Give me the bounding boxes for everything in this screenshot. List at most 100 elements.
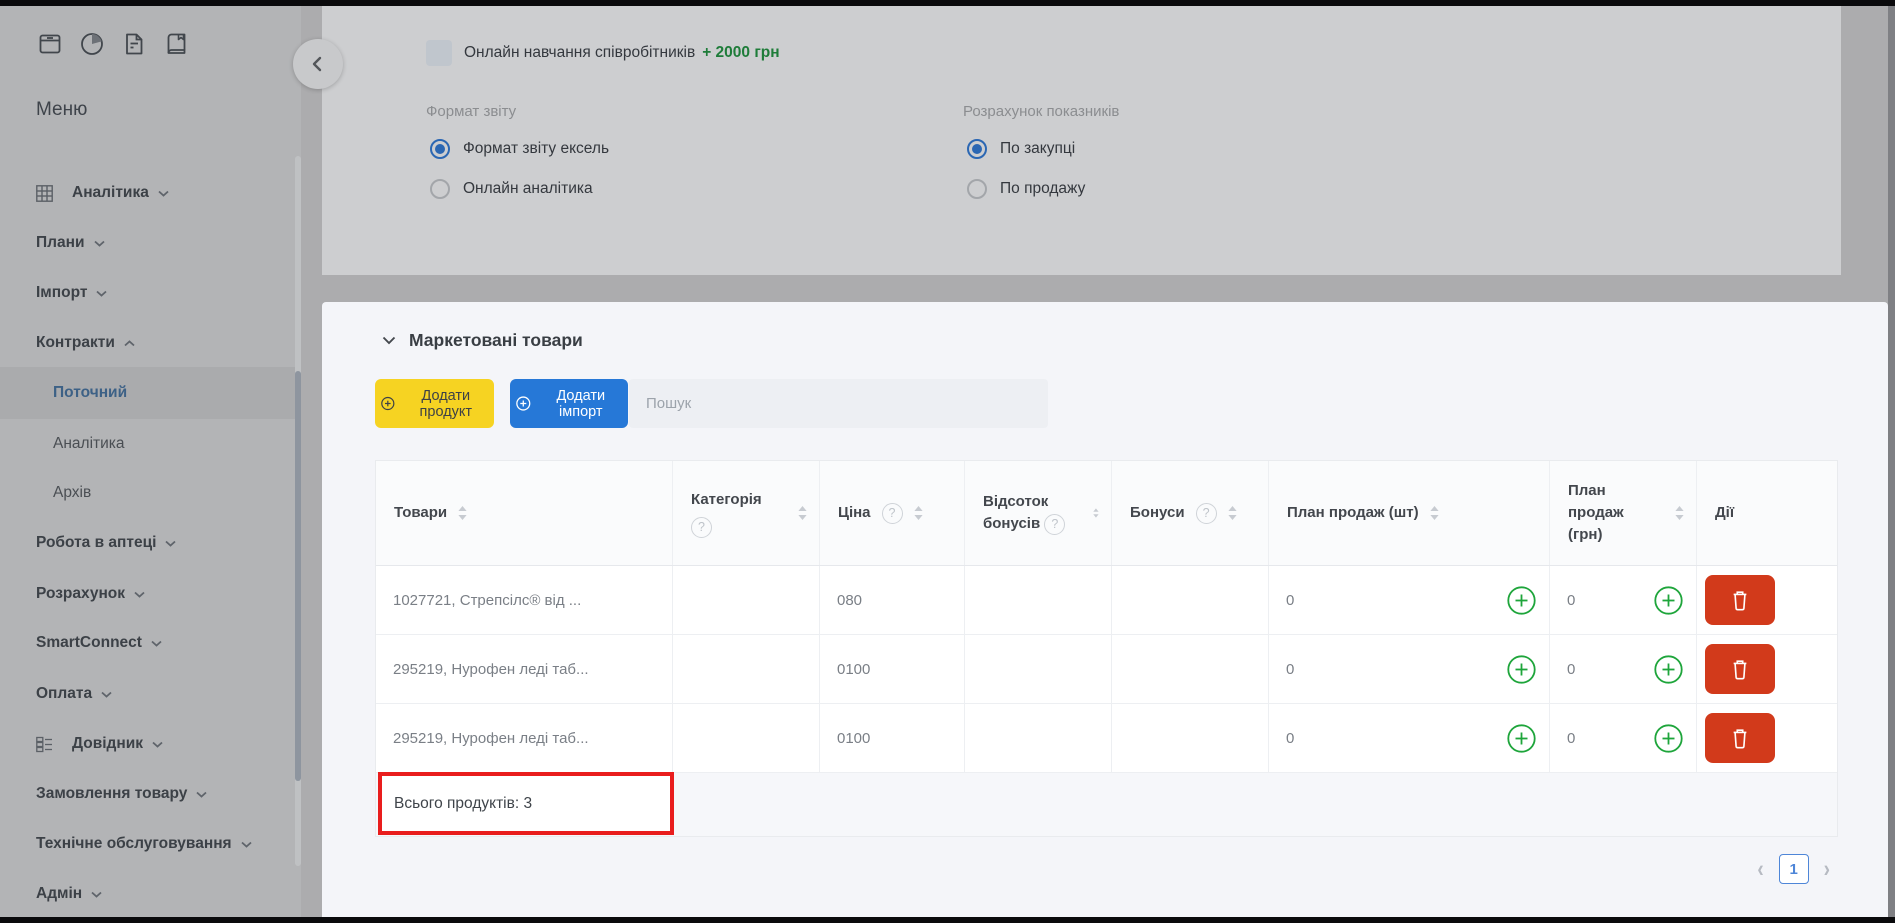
help-icon[interactable]: ? <box>1196 503 1217 524</box>
sort-icon[interactable] <box>458 506 467 520</box>
radio-online-analytics[interactable]: Онлайн аналітика <box>430 176 593 202</box>
sidebar-item-calculation[interactable]: Розрахунок <box>0 568 295 620</box>
cell-actions <box>1697 704 1837 772</box>
chevron-down-icon <box>241 841 252 848</box>
chevron-down-icon <box>96 290 107 297</box>
sort-icon[interactable] <box>798 506 807 520</box>
sidebar-item-payment[interactable]: Оплата <box>0 668 295 720</box>
document-icon[interactable] <box>120 30 148 58</box>
th-price[interactable]: Ціна ? <box>820 461 965 565</box>
sidebar-collapse-button[interactable] <box>293 39 343 89</box>
cell-bonus-percent <box>965 635 1112 703</box>
cell-plan-uah: 0 <box>1550 566 1697 634</box>
section-title: Маркетовані товари <box>409 330 583 351</box>
add-import-button[interactable]: Додати імпорт <box>510 379 628 428</box>
cell-plan-uah: 0 <box>1550 704 1697 772</box>
sidebar-item-import[interactable]: Імпорт <box>0 267 295 319</box>
th-products[interactable]: Товари <box>376 461 673 565</box>
app-screen: Меню Аналітика Плани Імпорт Контракти <box>0 0 1895 923</box>
help-icon[interactable]: ? <box>882 503 903 524</box>
table-row: 295219, Нурофен леді таб... 0100 0 0 <box>376 635 1837 704</box>
total-products-label: Всього продуктів: 3 <box>394 795 532 813</box>
help-icon[interactable]: ? <box>1044 514 1065 535</box>
cell-bonuses <box>1112 566 1269 634</box>
sidebar-subitem-current[interactable]: Поточний <box>0 367 295 419</box>
pagination: ‹ 1 › <box>1757 853 1830 885</box>
add-plan-uah-button[interactable] <box>1654 586 1683 615</box>
section-collapse-toggle[interactable]: Маркетовані товари <box>382 330 583 351</box>
trash-icon <box>1730 589 1750 612</box>
products-table: Товари Категорія ? Ціна ? <box>375 460 1838 837</box>
add-plan-qty-button[interactable] <box>1507 586 1536 615</box>
chevron-down-icon <box>91 891 102 898</box>
radio-selected-icon[interactable] <box>967 139 987 159</box>
sort-icon[interactable] <box>1228 506 1237 520</box>
sidebar-item-smartconnect[interactable]: SmartConnect <box>0 617 295 669</box>
report-format-group-label: Формат звіту <box>426 103 516 120</box>
sidebar-item-goods-order[interactable]: Замовлення товару <box>0 768 295 820</box>
radio-selected-icon[interactable] <box>430 139 450 159</box>
th-plan-uah[interactable]: План продаж (грн) <box>1550 461 1697 565</box>
radio-unselected-icon[interactable] <box>430 179 450 199</box>
pagination-next-icon[interactable]: › <box>1824 857 1830 881</box>
cell-bonuses <box>1112 635 1269 703</box>
th-plan-qty[interactable]: План продаж (шт) <box>1269 461 1550 565</box>
sidebar-item-directory[interactable]: Довідник <box>0 718 295 770</box>
radio-report-format-excel[interactable]: Формат звіту ексель <box>430 136 609 162</box>
cell-category <box>673 566 820 634</box>
add-plan-qty-button[interactable] <box>1507 655 1536 684</box>
sidebar-scrollbar-thumb[interactable] <box>295 371 301 781</box>
sidebar-item-analytics[interactable]: Аналітика <box>0 167 295 219</box>
pagination-prev-icon[interactable]: ‹ <box>1757 857 1763 881</box>
radio-unselected-icon[interactable] <box>967 179 987 199</box>
online-training-row: Онлайн навчання співробітників + 2000 гр… <box>426 40 780 66</box>
table-row: 295219, Нурофен леді таб... 0100 0 0 <box>376 704 1837 773</box>
delete-row-button[interactable] <box>1705 644 1775 694</box>
pagination-page-1[interactable]: 1 <box>1779 854 1809 884</box>
sidebar-subitem-analytics[interactable]: Аналітика <box>0 418 295 470</box>
sort-icon[interactable] <box>1675 506 1684 520</box>
online-training-bonus: + 2000 грн <box>702 44 779 62</box>
sort-icon[interactable] <box>914 506 923 520</box>
trash-icon <box>1730 727 1750 750</box>
table-actions: Додати продукт Додати імпорт <box>375 379 1048 428</box>
add-plan-uah-button[interactable] <box>1654 655 1683 684</box>
add-plan-qty-button[interactable] <box>1507 724 1536 753</box>
pie-chart-icon[interactable] <box>78 30 106 58</box>
sidebar-item-maintenance[interactable]: Технічне обслуговування <box>0 818 295 870</box>
chevron-left-icon <box>304 50 332 78</box>
online-training-checkbox[interactable] <box>426 40 452 66</box>
add-plan-uah-button[interactable] <box>1654 724 1683 753</box>
add-product-button[interactable]: Додати продукт <box>375 379 494 428</box>
cell-bonus-percent <box>965 566 1112 634</box>
delete-row-button[interactable] <box>1705 575 1775 625</box>
browser-scrollbar[interactable] <box>1888 6 1895 917</box>
th-bonuses[interactable]: Бонуси ? <box>1112 461 1269 565</box>
radio-by-purchase[interactable]: По закупці <box>967 136 1075 162</box>
book-icon[interactable] <box>162 30 190 58</box>
table-header-row: Товари Категорія ? Ціна ? <box>376 461 1837 566</box>
sidebar-item-admin[interactable]: Адмін <box>0 868 295 920</box>
sort-icon[interactable] <box>1430 506 1439 520</box>
sidebar-subitem-archive[interactable]: Архів <box>0 467 295 519</box>
chevron-down-icon <box>94 240 105 247</box>
sidebar-item-contracts[interactable]: Контракти <box>0 317 295 369</box>
sidebar-item-plans[interactable]: Плани <box>0 217 295 269</box>
plus-circle-icon <box>381 395 395 412</box>
th-bonus-percent[interactable]: Відсоток бонусів ? <box>965 461 1112 565</box>
delete-row-button[interactable] <box>1705 713 1775 763</box>
chevron-down-icon <box>158 190 169 197</box>
grid-icon <box>36 185 53 202</box>
sort-icon[interactable] <box>1093 506 1099 520</box>
contract-settings-card: Онлайн навчання співробітників + 2000 гр… <box>322 6 1841 275</box>
help-icon[interactable]: ? <box>691 517 712 538</box>
sidebar-item-pharmacy-work[interactable]: Робота в аптеці <box>0 517 295 569</box>
th-category[interactable]: Категорія ? <box>673 461 820 565</box>
archive-box-icon[interactable] <box>36 30 64 58</box>
table-footer: Всього продуктів: 3 <box>376 773 1837 836</box>
cell-plan-uah: 0 <box>1550 635 1697 703</box>
menu-title: Меню <box>36 99 87 121</box>
radio-by-sales[interactable]: По продажу <box>967 176 1085 202</box>
search-input[interactable] <box>629 379 1048 428</box>
app-icons <box>36 30 190 58</box>
